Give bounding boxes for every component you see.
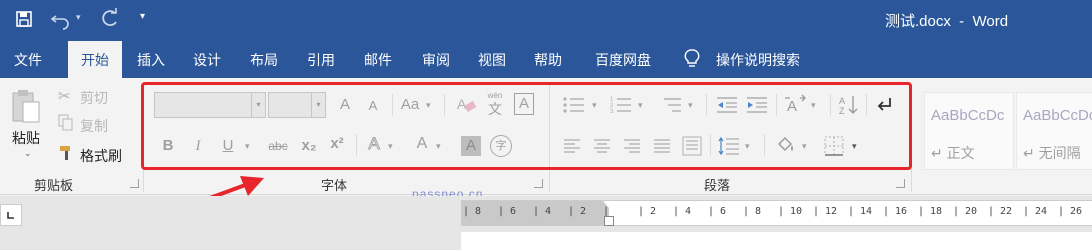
- hanging-indent-marker[interactable]: [604, 216, 614, 226]
- paragraph-group-label: 段落: [704, 178, 731, 193]
- ribbon-tab-bar: 文件 开始 插入 设计 布局 引用 邮件 审阅 视图 帮助 百度网盘 操作说明搜…: [0, 38, 1092, 78]
- tab-home[interactable]: 开始: [68, 41, 122, 78]
- tab-mailings[interactable]: 邮件: [355, 41, 401, 78]
- tab-selector[interactable]: [0, 204, 22, 226]
- ruler-tick: | 4: [673, 206, 692, 217]
- ruler-tick: | 12: [813, 206, 838, 217]
- ruler-tick: | 2: [638, 206, 657, 217]
- style-name: ↵ 正文: [931, 145, 975, 161]
- tab-file[interactable]: 文件: [0, 41, 56, 78]
- ruler-tick: | 6: [708, 206, 727, 217]
- paragraph-dialog-launcher[interactable]: [896, 179, 905, 188]
- font-group-label: 字体: [321, 178, 348, 193]
- font-dialog-launcher[interactable]: [534, 179, 543, 188]
- ruler-tick: | 18: [918, 206, 943, 217]
- clipboard-dialog-launcher[interactable]: [130, 179, 139, 188]
- tab-insert[interactable]: 插入: [128, 41, 174, 78]
- copy-button[interactable]: 复制: [80, 116, 108, 136]
- ruler-tick: | 22: [988, 206, 1013, 217]
- tab-layout[interactable]: 布局: [241, 41, 287, 78]
- style-sample: AaBbCcDc: [931, 107, 1005, 124]
- ruler-tick: | 8: [743, 206, 762, 217]
- tab-references[interactable]: 引用: [298, 41, 344, 78]
- cut-button[interactable]: 剪切: [80, 88, 108, 108]
- lightbulb-icon: [684, 49, 700, 69]
- style-normal[interactable]: AaBbCcDc ↵ 正文: [924, 92, 1014, 170]
- tab-review[interactable]: 审阅: [413, 41, 459, 78]
- undo-icon[interactable]: [50, 8, 72, 30]
- cut-icon[interactable]: ✂: [58, 87, 71, 105]
- tab-design[interactable]: 设计: [184, 41, 230, 78]
- tab-view[interactable]: 视图: [469, 41, 515, 78]
- paste-dropdown-icon[interactable]: ⌄: [24, 148, 32, 159]
- style-name: ↵ 无间隔: [1023, 145, 1081, 161]
- ruler-tick: | 6: [498, 206, 517, 217]
- style-no-spacing[interactable]: AaBbCcDc ↵ 无间隔: [1016, 92, 1092, 170]
- ruler-tick: | 4: [533, 206, 552, 217]
- tell-me-search[interactable]: 操作说明搜索: [716, 50, 800, 70]
- document-title: 测试.docx - Word: [885, 13, 1009, 30]
- ruler-tick: | 8: [463, 206, 482, 217]
- first-line-indent-marker[interactable]: [603, 201, 615, 208]
- font-paragraph-highlight-box: [141, 82, 912, 170]
- paste-icon[interactable]: [10, 88, 42, 126]
- ruler-tick: | 2: [568, 206, 587, 217]
- save-icon[interactable]: [14, 9, 34, 29]
- undo-dropdown-icon[interactable]: ▾: [76, 12, 81, 23]
- format-painter-button[interactable]: 格式刷: [80, 146, 122, 166]
- tab-baidu-netdisk[interactable]: 百度网盘: [586, 41, 660, 78]
- ruler-tick: | 26: [1058, 206, 1083, 217]
- redo-icon[interactable]: [98, 8, 120, 30]
- paste-button[interactable]: 粘贴: [12, 128, 40, 148]
- copy-icon[interactable]: [58, 114, 74, 132]
- ruler-tick: | 10: [778, 206, 803, 217]
- ruler-tick: | 20: [953, 206, 978, 217]
- ruler-area: | 8 | 6 | 4 | 2 | | 2 | 4 | 6 | 8 | 10 | 12 | 14 | …: [0, 196, 1092, 250]
- tab-help[interactable]: 帮助: [525, 41, 571, 78]
- clipboard-group-label: 剪贴板: [34, 178, 74, 193]
- horizontal-ruler[interactable]: | 8 | 6 | 4 | 2 | | 2 | 4 | 6 | 8 | 10 | 12 | 14 | …: [461, 200, 1092, 226]
- title-bar: ▾ ▾ 测试.docx - Word: [0, 0, 1092, 38]
- ruler-tick: | 14: [848, 206, 873, 217]
- ruler-tick: | 16: [883, 206, 908, 217]
- customize-qat-icon[interactable]: ▾: [140, 11, 145, 22]
- ruler-tick: | 24: [1023, 206, 1048, 217]
- style-sample: AaBbCcDc: [1023, 107, 1092, 124]
- format-painter-icon[interactable]: [58, 144, 76, 162]
- document-page: [461, 232, 1092, 250]
